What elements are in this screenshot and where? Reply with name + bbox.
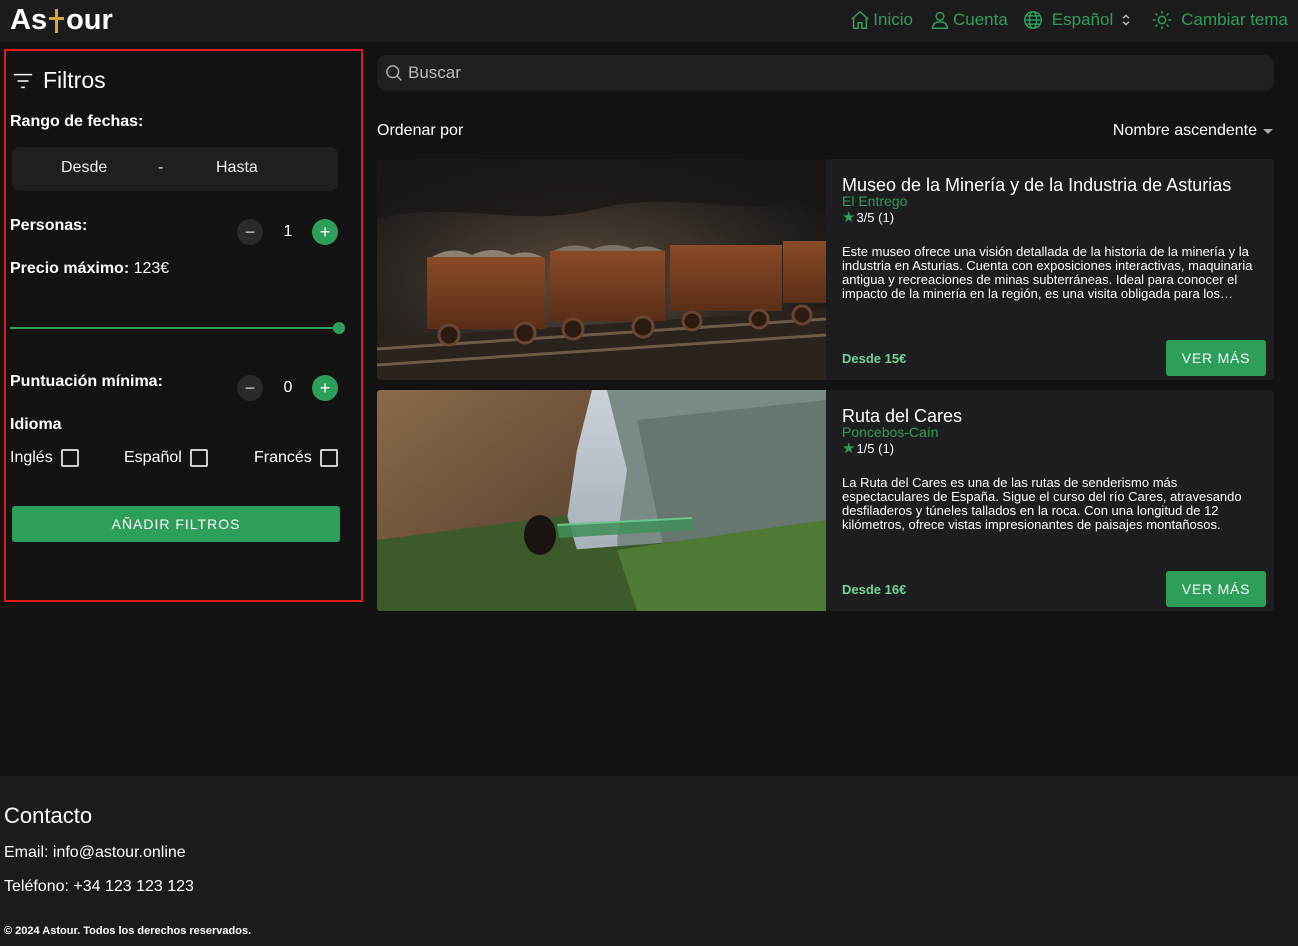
filters-panel: Filtros Rango de fechas: Desde - Hasta P… [4, 49, 363, 602]
language-option-spanish[interactable]: Español [124, 449, 208, 467]
rating-value: 0 [283, 379, 293, 396]
date-to[interactable]: Hasta [216, 159, 258, 177]
date-separator: - [158, 159, 164, 176]
main-nav: Inicio Cuenta Español Cambiar tema [849, 9, 1288, 31]
tour-location: Poncebos-Caín [842, 424, 939, 440]
search-icon [386, 65, 403, 82]
contact-title: Contacto [4, 803, 93, 828]
tour-image-mine-carts[interactable] [377, 159, 826, 380]
language-select-label: Español [1051, 10, 1114, 29]
filter-icon [13, 73, 33, 88]
date-range-picker[interactable]: Desde - Hasta [12, 147, 338, 191]
persons-increment-button[interactable]: + [312, 219, 338, 245]
user-icon [931, 11, 949, 29]
logo-text-start: As [10, 4, 48, 36]
max-price-value: 123€ [133, 260, 170, 277]
apply-filters-button[interactable]: AÑADIR FILTROS [12, 506, 340, 542]
star-icon: ★ [842, 209, 856, 226]
tour-description: La Ruta del Cares es una de las rutas de… [842, 476, 1242, 532]
caret-down-icon [1263, 128, 1273, 134]
tour-rating-value: 3/5 (1) [856, 209, 895, 225]
contact-email[interactable]: Email: info@astour.online [4, 844, 186, 862]
copyright: © 2024 Astour. Todos los derechos reserv… [4, 925, 252, 937]
persons-value: 1 [283, 223, 293, 240]
star-icon: ★ [842, 440, 856, 457]
logo-text-end: our [66, 4, 113, 36]
filters-title: Filtros [43, 67, 106, 93]
search-input[interactable] [408, 63, 1248, 83]
nav-account[interactable]: Cuenta [929, 9, 1008, 31]
search-bar [377, 55, 1274, 91]
language-option-label: Español [124, 449, 182, 466]
persons-decrement-button[interactable]: − [237, 219, 263, 245]
tour-rating: ★ 1/5 (1) [842, 439, 894, 457]
english-checkbox[interactable] [60, 449, 79, 467]
tour-card: Ruta del Cares Poncebos-Caín ★ 1/5 (1) La… [377, 390, 1274, 611]
contact-phone[interactable]: Teléfono: +34 123 123 123 [4, 878, 194, 896]
date-range-label: Rango de fechas: [10, 113, 144, 130]
home-icon [851, 10, 870, 29]
persons-label: Personas: [10, 217, 88, 234]
cross-icon [48, 6, 65, 36]
language-select[interactable]: Español [1022, 9, 1133, 31]
tour-location: El Entrego [842, 193, 908, 209]
nav-home-label: Inicio [873, 10, 913, 29]
theme-toggle-label: Cambiar tema [1181, 10, 1288, 29]
tour-price: Desde 15€ [842, 351, 907, 366]
language-option-english[interactable]: Inglés [10, 449, 79, 467]
theme-toggle[interactable]: Cambiar tema [1151, 9, 1288, 31]
language-option-label: Inglés [10, 449, 53, 466]
tour-card: Museo de la Minería y de la Industria de… [377, 159, 1274, 380]
tour-rating: ★ 3/5 (1) [842, 208, 894, 226]
language-option-label: Francés [254, 449, 312, 466]
nav-account-label: Cuenta [952, 10, 1008, 29]
sort-selected-value: Nombre ascendente [1112, 122, 1257, 139]
language-options: Inglés Español Francés [10, 449, 340, 473]
see-more-button[interactable]: VER MÁS [1166, 340, 1266, 376]
language-label: Idioma [10, 416, 62, 433]
logo[interactable]: As our [10, 4, 113, 37]
french-checkbox[interactable] [319, 449, 338, 467]
top-header: As our Inicio Cuenta Español Cambiar tema [0, 0, 1298, 42]
tour-rating-value: 1/5 (1) [856, 440, 895, 456]
date-from[interactable]: Desde [61, 159, 107, 177]
max-price: Precio máximo: 123€ [10, 260, 169, 278]
rating-decrement-button[interactable]: − [237, 375, 263, 401]
globe-icon [1023, 11, 1042, 29]
sort-label: Ordenar por [377, 122, 464, 139]
footer: Contacto Email: info@astour.online Teléf… [0, 776, 1298, 946]
language-option-french[interactable]: Francés [254, 449, 338, 467]
tour-price: Desde 16€ [842, 582, 907, 597]
sun-icon [1153, 10, 1172, 30]
filters-heading: Filtros [12, 67, 106, 94]
see-more-button[interactable]: VER MÁS [1166, 571, 1266, 607]
rating-increment-button[interactable]: + [312, 375, 338, 401]
min-rating-label: Puntuación mínima: [10, 373, 163, 390]
nav-home[interactable]: Inicio [849, 9, 913, 31]
chevron-updown-icon [1122, 14, 1130, 26]
spanish-checkbox[interactable] [189, 449, 208, 467]
max-price-slider[interactable] [10, 327, 338, 329]
tour-image-cares-gorge[interactable] [377, 390, 826, 611]
sort-select[interactable]: Nombre ascendente [1113, 122, 1273, 140]
max-price-label: Precio máximo: [10, 260, 130, 277]
tour-description: Este museo ofrece una visión detallada d… [842, 245, 1253, 301]
max-price-slider-thumb[interactable] [333, 322, 345, 334]
